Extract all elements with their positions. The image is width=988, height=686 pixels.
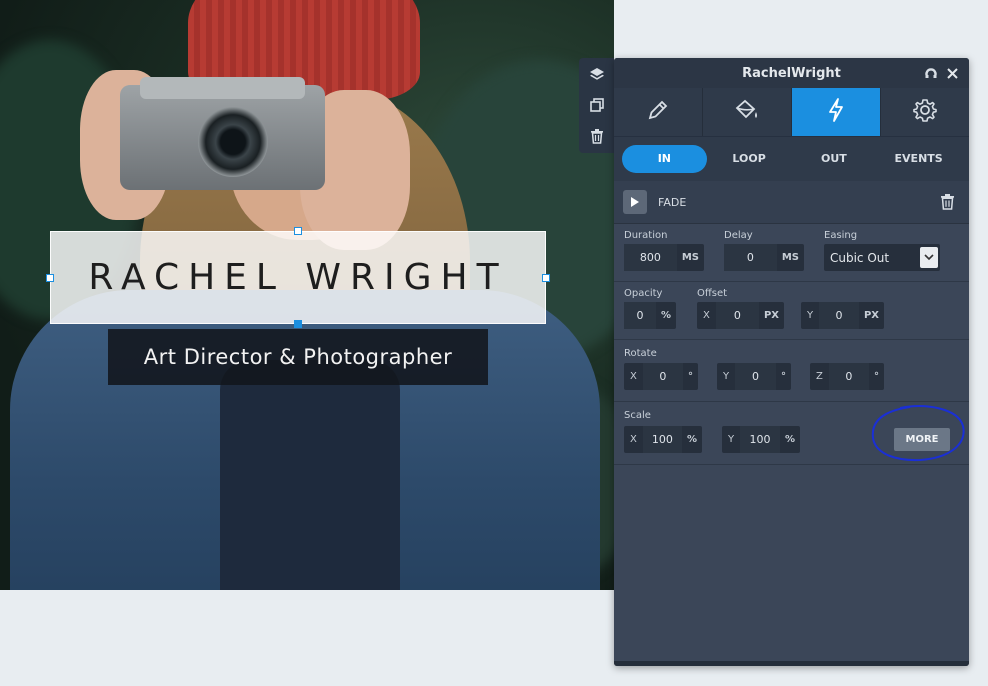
delete-animation-icon[interactable]: [940, 193, 955, 214]
scale-y-input[interactable]: 100: [740, 426, 780, 453]
offset-label: Offset: [697, 288, 728, 299]
tab-content[interactable]: [614, 88, 703, 136]
delay-label: Delay: [724, 230, 753, 241]
gear-icon: [912, 97, 938, 127]
panel-footer: [614, 661, 969, 666]
close-icon[interactable]: [946, 65, 959, 84]
offset-y-label: Y: [807, 310, 814, 321]
magnet-icon[interactable]: [924, 65, 938, 84]
play-icon: [631, 197, 639, 207]
tab-settings[interactable]: [881, 88, 969, 136]
duration-input[interactable]: 800: [624, 244, 677, 271]
subtitle-layer[interactable]: Art Director & Photographer: [108, 329, 488, 385]
layers-icon[interactable]: [579, 58, 614, 89]
rotate-x-field[interactable]: X 0 °: [624, 363, 698, 390]
scale-x-field[interactable]: X 100 %: [624, 426, 702, 453]
easing-select[interactable]: Cubic Out: [824, 244, 940, 271]
main-tabs: [614, 88, 969, 136]
duplicate-icon[interactable]: [579, 89, 614, 120]
scale-label: Scale: [624, 410, 651, 421]
opacity-field[interactable]: 0 %: [624, 302, 676, 329]
animation-preset-row: FADE: [614, 181, 969, 224]
title-text: RACHEL WRIGHT: [88, 257, 508, 298]
rotate-x-label: X: [630, 371, 637, 382]
scale-x-input[interactable]: 100: [642, 426, 682, 453]
offset-y-input[interactable]: 0: [819, 302, 859, 329]
offset-y-unit: PX: [863, 310, 879, 321]
resize-handle-top[interactable]: [294, 227, 302, 235]
rotate-z-field[interactable]: Z 0 °: [810, 363, 884, 390]
rotate-x-input[interactable]: 0: [642, 363, 683, 390]
opacity-unit: %: [660, 310, 671, 321]
resize-handle-right[interactable]: [542, 274, 550, 282]
opacity-offset-section: Opacity Offset 0 % X 0 PX Y 0 PX: [614, 282, 969, 340]
delay-field[interactable]: 0 MS: [724, 244, 804, 271]
easing-value: Cubic Out: [830, 250, 890, 265]
tab-in[interactable]: IN: [622, 145, 707, 173]
layer-tools: [579, 58, 614, 153]
camera: [120, 77, 325, 190]
rotate-y-input[interactable]: 0: [735, 363, 776, 390]
scale-y-unit: %: [784, 434, 795, 445]
offset-x-label: X: [703, 310, 710, 321]
rotate-label: Rotate: [624, 348, 657, 359]
opacity-label: Opacity: [624, 288, 663, 299]
offset-x-unit: PX: [763, 310, 779, 321]
delay-input[interactable]: 0: [724, 244, 777, 271]
scale-y-label: Y: [728, 434, 735, 445]
offset-y-field[interactable]: Y 0 PX: [801, 302, 884, 329]
offset-x-field[interactable]: X 0 PX: [697, 302, 784, 329]
subtitle-text: Art Director & Photographer: [143, 345, 453, 369]
tab-events[interactable]: EVENTS: [876, 145, 961, 173]
easing-label: Easing: [824, 230, 858, 241]
trash-icon[interactable]: [579, 120, 614, 151]
opacity-input[interactable]: 0: [624, 302, 656, 329]
animation-name: FADE: [658, 195, 687, 209]
lightning-icon: [825, 97, 847, 127]
layer-settings-panel: RachelWright IN LOOP OUT EVENTS FADE Dur…: [614, 58, 969, 666]
title-layer[interactable]: RACHEL WRIGHT: [50, 231, 546, 324]
rotate-z-input[interactable]: 0: [828, 363, 869, 390]
panel-title: RachelWright: [742, 65, 841, 81]
resize-handle-left[interactable]: [46, 274, 54, 282]
rotate-y-label: Y: [723, 371, 730, 382]
rotate-x-unit: °: [688, 371, 693, 382]
shirt: [220, 360, 400, 590]
rotate-y-field[interactable]: Y 0 °: [717, 363, 791, 390]
tab-loop[interactable]: LOOP: [707, 145, 792, 173]
chevron-down-icon[interactable]: [920, 247, 938, 268]
scale-x-label: X: [630, 434, 637, 445]
rotate-y-unit: °: [781, 371, 786, 382]
rotate-z-label: Z: [816, 371, 823, 382]
offset-x-input[interactable]: 0: [715, 302, 759, 329]
tab-animation[interactable]: [792, 88, 881, 136]
paint-bucket-icon: [733, 98, 761, 126]
scale-x-unit: %: [686, 434, 697, 445]
play-button[interactable]: [623, 190, 647, 214]
duration-unit: MS: [681, 252, 699, 263]
tab-out[interactable]: OUT: [792, 145, 877, 173]
rotate-section: Rotate X 0 ° Y 0 ° Z 0 °: [614, 340, 969, 402]
rotate-z-unit: °: [874, 371, 879, 382]
transition-tabs: IN LOOP OUT EVENTS: [614, 136, 969, 181]
tab-style[interactable]: [703, 88, 792, 136]
resize-handle-bottom[interactable]: [294, 320, 302, 328]
duration-field[interactable]: 800 MS: [624, 244, 704, 271]
annotation-circle: [871, 405, 965, 462]
delay-unit: MS: [781, 252, 799, 263]
pencil-icon: [646, 98, 670, 126]
scale-y-field[interactable]: Y 100 %: [722, 426, 800, 453]
duration-label: Duration: [624, 230, 668, 241]
panel-header[interactable]: RachelWright: [614, 58, 969, 88]
timing-section: Duration Delay Easing 800 MS 0 MS Cubic …: [614, 224, 969, 282]
scale-section: Scale X 100 % Y 100 % MORE: [614, 402, 969, 465]
